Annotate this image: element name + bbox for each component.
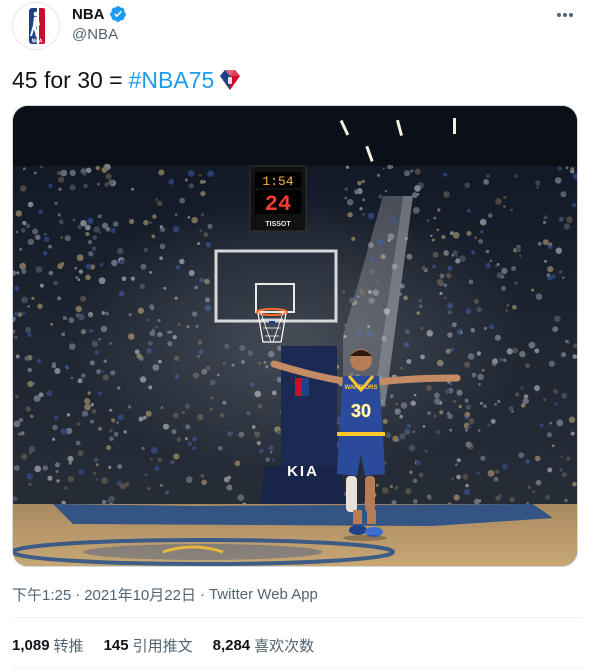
retweets-stat[interactable]: 1,089 转推 [12,635,84,656]
more-options-icon[interactable] [553,6,577,24]
tweet-photo[interactable]: 1:54 24 TISSOT KIA WARRIORS 30 [12,105,578,567]
tweet-text: 45 for 30 = #NBA75 [12,66,243,94]
quote-tweets-stat[interactable]: 145 引用推文 [104,635,193,656]
quote-tweets-label: 引用推文 [132,637,193,655]
hashtag-link[interactable]: #NBA75 [129,66,215,94]
tweet-stats: 1,089 转推 145 引用推文 8,284 喜欢次数 [12,630,314,660]
likes-label: 喜欢次数 [254,637,315,655]
arena-photo: 1:54 24 TISSOT KIA WARRIORS 30 [13,106,577,566]
verified-badge-icon [109,6,126,22]
likes-stat[interactable]: 8,284 喜欢次数 [213,635,315,656]
likes-count: 8,284 [212,636,251,654]
scoreboard-clock: 1:54 [262,174,293,189]
tweet-detail: NBA NBA @NBA 45 for 30 = #NBA75 1:54 24 … [0,0,595,672]
author-info: NBA @NBA [72,4,127,43]
divider [12,668,583,669]
tweet-date[interactable]: 2021年10月22日 [84,584,196,605]
scoreboard-brand: TISSOT [265,221,291,228]
divider [12,617,583,618]
jersey-team: WARRIORS [345,385,378,391]
jersey-number: 30 [351,401,371,421]
retweets-label: 转推 [53,637,84,655]
retweets-count: 1,089 [12,636,50,654]
tweet-time[interactable]: 下午1:25 [12,584,71,605]
handle[interactable]: @NBA [72,26,127,43]
tweet-header: NBA NBA @NBA [12,0,583,52]
avatar[interactable]: NBA [12,2,60,50]
display-name[interactable]: NBA [72,6,105,23]
nba-logo-icon: NBA [29,8,45,45]
quote-tweets-count: 145 [103,636,129,654]
svg-text:NBA: NBA [32,39,43,45]
shot-clock: 24 [265,192,291,217]
tweet-source[interactable]: Twitter Web App [209,586,318,603]
stanchion-brand: KIA [287,463,319,480]
tweet-timestamp: 下午1:25 · 2021年10月22日 · Twitter Web App [12,584,318,605]
tweet-body-text: 45 for 30 = [12,67,123,93]
nba75-diamond-icon [220,70,241,90]
